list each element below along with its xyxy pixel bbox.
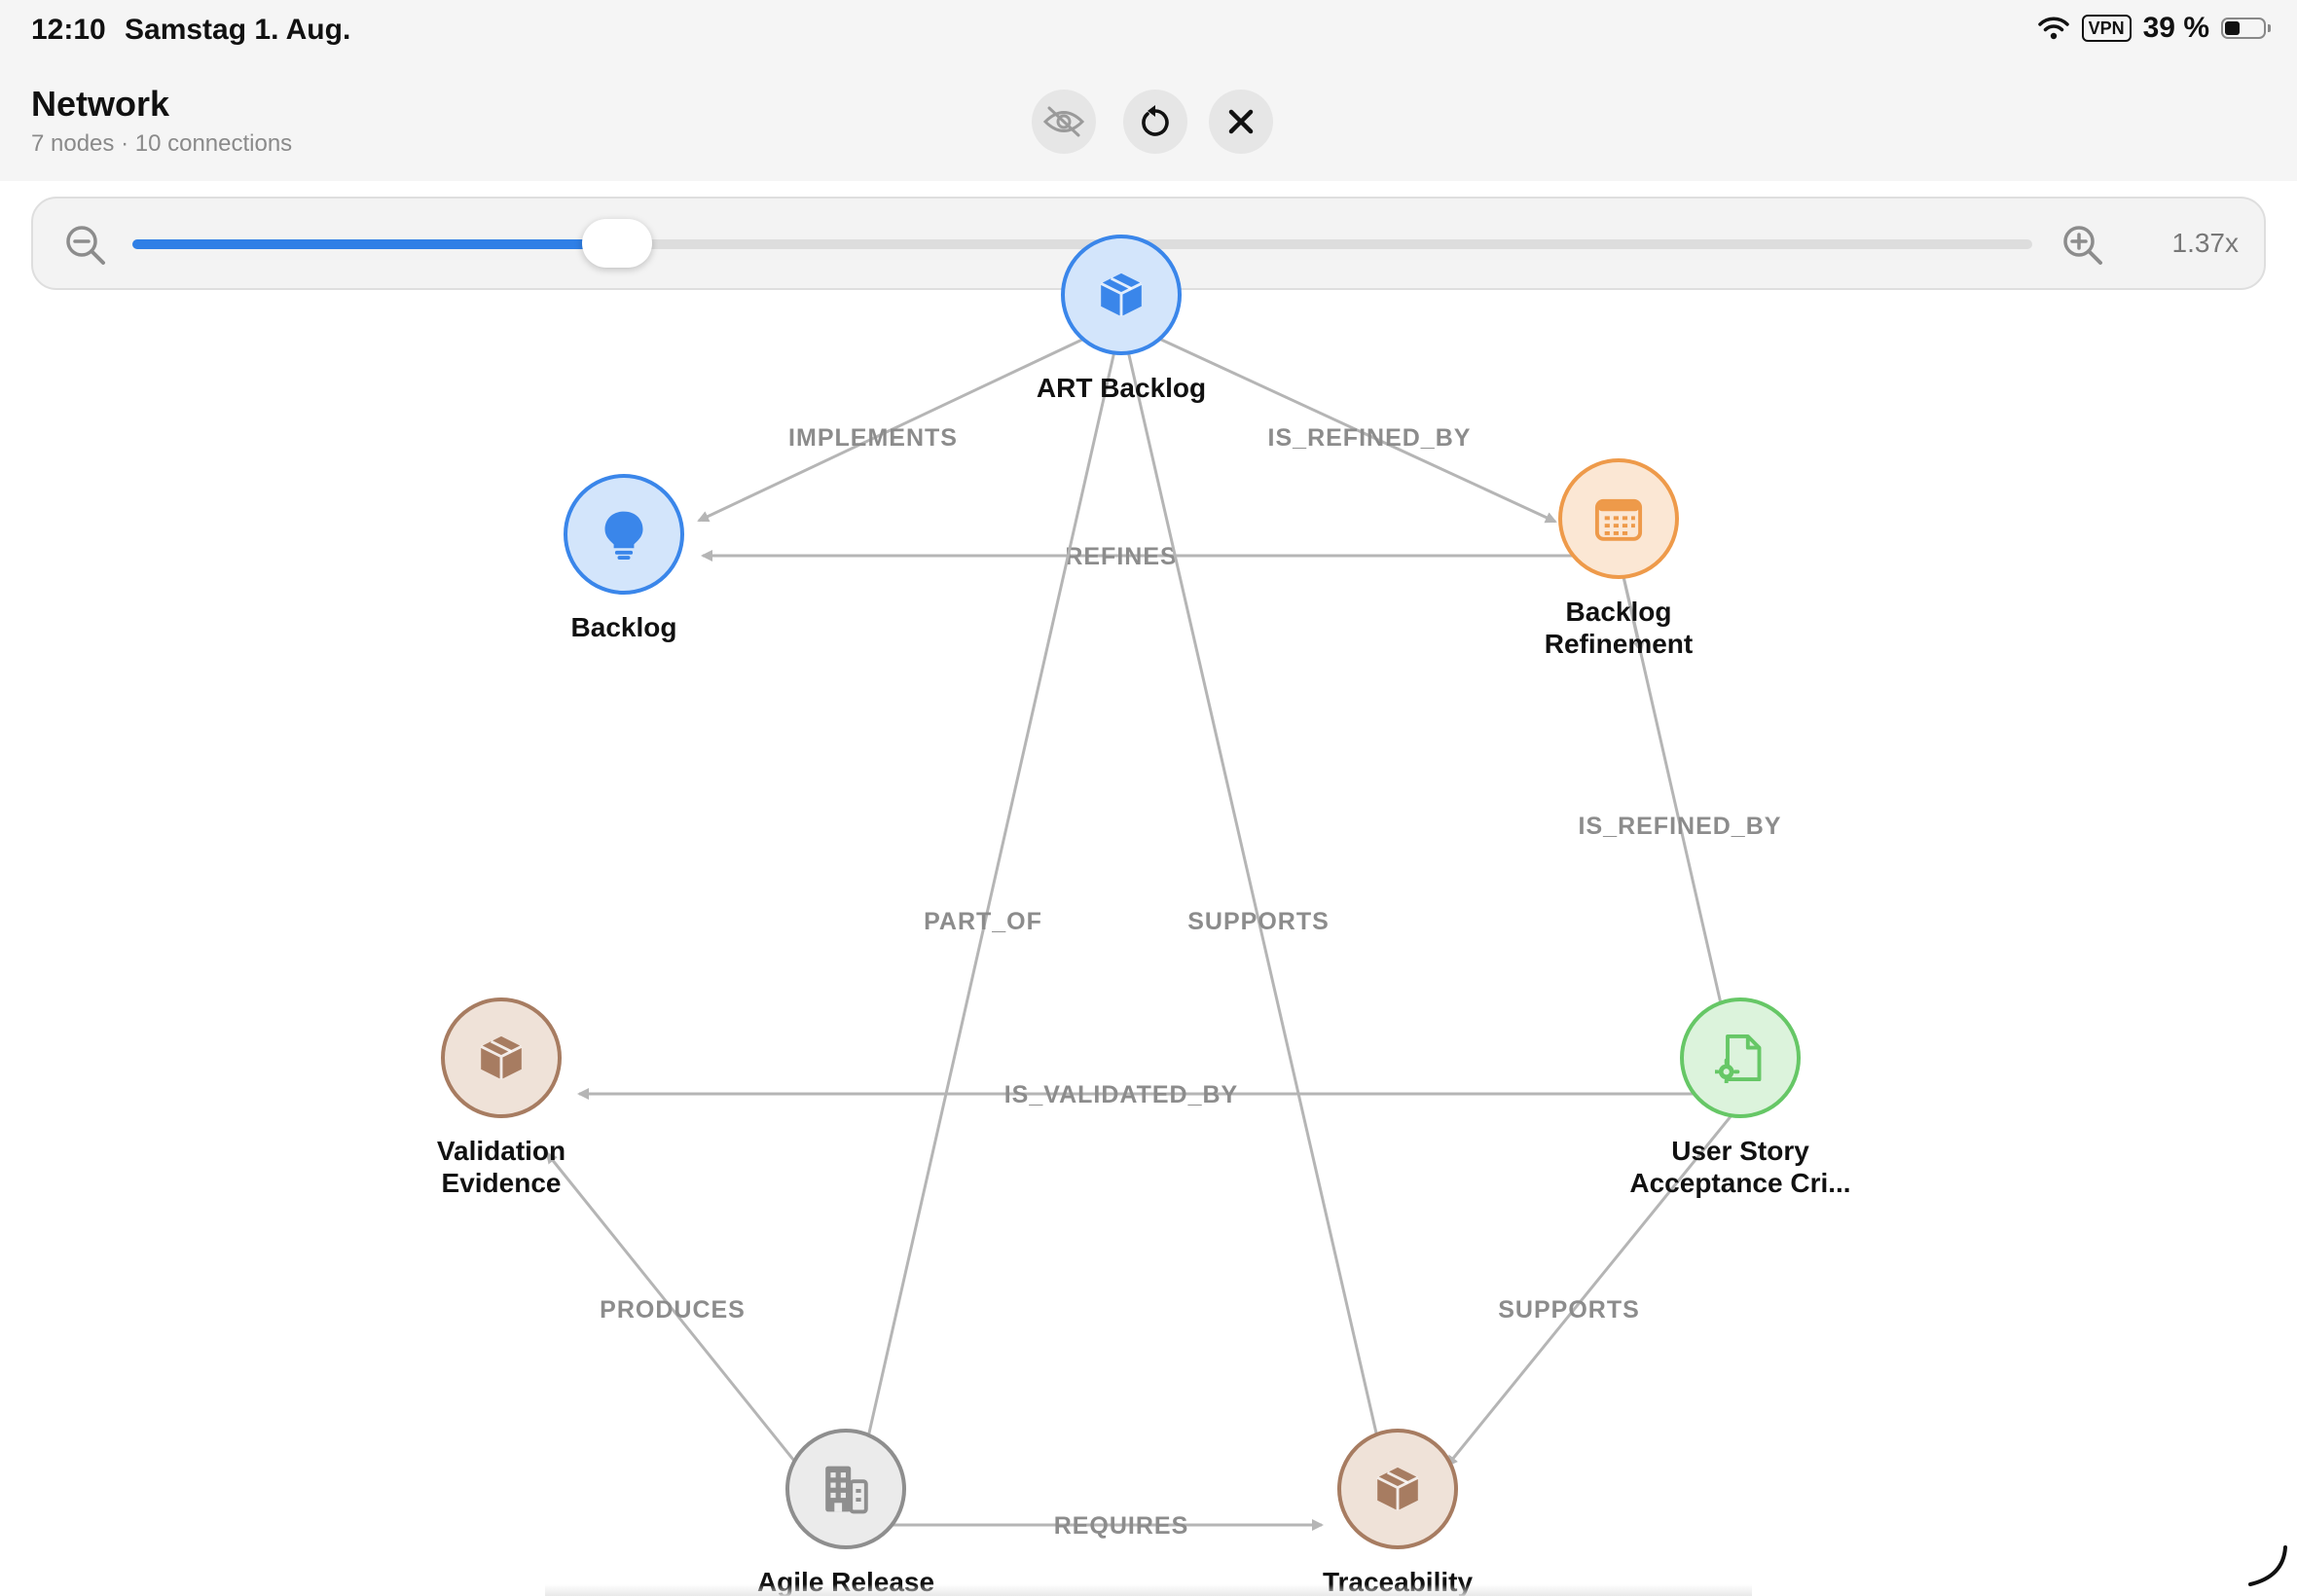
node-label: Refinement bbox=[1545, 629, 1693, 659]
node-label: Backlog bbox=[571, 612, 677, 642]
edge-line bbox=[1120, 319, 1557, 524]
node-label: Acceptance Cri... bbox=[1629, 1168, 1850, 1198]
edge-label: IS_REFINED_BY bbox=[1579, 813, 1782, 840]
node-circle bbox=[1680, 998, 1801, 1118]
edge-label: PRODUCES bbox=[600, 1296, 746, 1324]
node-backlog-refinement[interactable]: BacklogRefinement bbox=[1545, 458, 1693, 659]
edge-label: SUPPORTS bbox=[1187, 908, 1330, 935]
edge-label: SUPPORTS bbox=[1498, 1296, 1640, 1324]
node-agile-release-train[interactable]: Agile ReleaseTrain (ART) bbox=[757, 1429, 934, 1596]
node-label: Backlog bbox=[1566, 597, 1672, 627]
node-backlog[interactable]: Backlog bbox=[564, 474, 684, 642]
edge-label: IS_REFINED_BY bbox=[1268, 424, 1472, 452]
edge-line bbox=[697, 319, 1122, 523]
network-graph[interactable]: IMPLEMENTS IS_REFINED_BY REFINES PART_OF SUP… bbox=[0, 0, 2297, 1596]
node-label: ART Backlog bbox=[1037, 373, 1206, 403]
resize-corner-icon[interactable] bbox=[2242, 1542, 2291, 1590]
node-validation-evidence[interactable]: ValidationEvidence bbox=[437, 998, 565, 1198]
edge-is-refined-by[interactable]: IS_REFINED_BY bbox=[1120, 319, 1557, 524]
edge-label: REFINES bbox=[1065, 543, 1177, 570]
edge-is-validated-by[interactable]: IS_VALIDATED_BY bbox=[577, 1081, 1740, 1108]
edge-label: IS_VALIDATED_BY bbox=[1004, 1081, 1239, 1108]
node-traceability-matrix[interactable]: TraceabilityMatrix bbox=[1323, 1429, 1474, 1596]
edge-label: PART_OF bbox=[924, 908, 1042, 935]
edge-implements[interactable]: IMPLEMENTS bbox=[697, 319, 1122, 523]
node-label: Validation bbox=[437, 1136, 565, 1166]
edge-refines[interactable]: REFINES bbox=[701, 543, 1619, 570]
edge-requires[interactable]: REQUIRES bbox=[846, 1512, 1324, 1540]
node-label: User Story bbox=[1671, 1136, 1809, 1166]
node-art-backlog[interactable]: ART Backlog bbox=[1037, 235, 1206, 403]
node-user-story-acceptance[interactable]: User StoryAcceptance Cri... bbox=[1629, 998, 1851, 1198]
edge-line bbox=[861, 320, 1123, 1452]
edge-part-of[interactable]: PART_OF bbox=[861, 320, 1123, 1452]
edge-supports[interactable]: SUPPORTS bbox=[1119, 320, 1384, 1452]
edge-label: REQUIRES bbox=[1054, 1512, 1189, 1540]
bottom-fade bbox=[545, 1584, 1752, 1596]
edge-line bbox=[1119, 320, 1384, 1452]
edge-label: IMPLEMENTS bbox=[788, 424, 958, 452]
node-label: Evidence bbox=[442, 1168, 562, 1198]
